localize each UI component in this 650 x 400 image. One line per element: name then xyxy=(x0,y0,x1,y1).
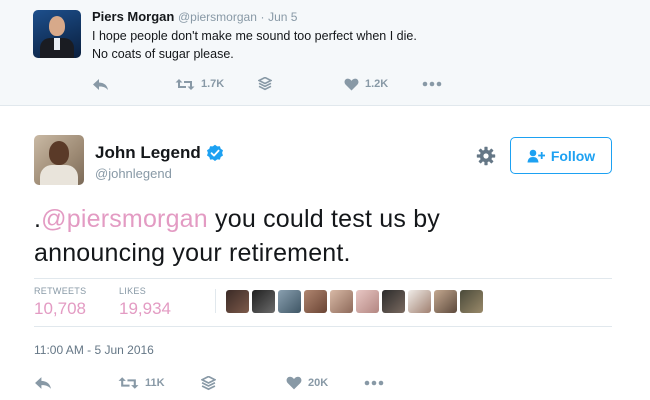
tweet-text-line: announcing your retirement. xyxy=(34,239,351,267)
likes-value: 19,934 xyxy=(119,299,171,318)
stack-button[interactable] xyxy=(201,374,216,392)
more-icon xyxy=(364,380,384,386)
tweet-text-line: .@piersmorgan you could test us by xyxy=(34,202,624,236)
mention-link[interactable]: @piersmorgan xyxy=(41,205,208,233)
parent-like-count: 1.2K xyxy=(365,78,389,90)
parent-retweet-button[interactable]: 1.7K xyxy=(175,75,224,93)
parent-text-line: I hope people don't make me sound too pe… xyxy=(92,29,417,43)
stats-divider-bottom xyxy=(34,326,612,327)
parent-stack-button[interactable] xyxy=(258,75,272,93)
likes-stat[interactable]: LIKES 19,934 xyxy=(119,286,171,319)
liker-avatar[interactable] xyxy=(382,289,405,313)
parent-avatar[interactable] xyxy=(33,10,81,58)
likes-label: LIKES xyxy=(119,286,147,296)
parent-tweet-text: I hope people don't make me sound too pe… xyxy=(92,27,632,63)
like-button[interactable]: 20K xyxy=(286,374,328,392)
parent-reply-button[interactable] xyxy=(92,75,109,93)
heart-icon xyxy=(344,78,359,90)
retweet-button[interactable]: 11K xyxy=(118,374,165,392)
add-user-icon xyxy=(527,149,545,162)
retweets-value: 10,708 xyxy=(34,299,86,318)
main-action-bar: 11K 20K xyxy=(34,374,612,392)
parent-like-button[interactable]: 1.2K xyxy=(344,75,388,93)
liker-avatar[interactable] xyxy=(460,289,483,313)
parent-retweet-count: 1.7K xyxy=(201,78,225,90)
parent-author-handle[interactable]: @piersmorgan xyxy=(178,10,257,24)
more-icon xyxy=(422,81,442,87)
tweet-timestamp[interactable]: 11:00 AM - 5 Jun 2016 xyxy=(34,343,154,357)
retweet-icon xyxy=(118,377,139,389)
retweets-stat[interactable]: RETWEETS 10,708 xyxy=(34,286,86,319)
main-tweet-text: .@piersmorgan you could test us by annou… xyxy=(34,202,624,270)
gear-icon[interactable] xyxy=(476,146,496,166)
tweet-stats: RETWEETS 10,708 LIKES 19,934 xyxy=(34,278,612,326)
parent-tweet[interactable]: Piers Morgan @piersmorgan · Jun 5 I hope… xyxy=(0,0,650,106)
stack-icon xyxy=(258,77,272,91)
liker-avatar[interactable] xyxy=(252,289,275,313)
liker-avatar[interactable] xyxy=(226,289,249,313)
parent-header: Piers Morgan @piersmorgan · Jun 5 xyxy=(92,9,297,24)
follow-button[interactable]: Follow xyxy=(510,137,612,174)
retweet-icon xyxy=(175,78,195,90)
main-author-name[interactable]: John Legend xyxy=(95,143,201,163)
liker-avatar[interactable] xyxy=(408,289,431,313)
main-avatar[interactable] xyxy=(34,135,84,185)
parent-author-name[interactable]: Piers Morgan xyxy=(92,9,174,24)
tweet-text-segment: you could test us by xyxy=(207,205,440,233)
heart-icon xyxy=(286,376,302,390)
parent-more-button[interactable] xyxy=(422,75,442,93)
liker-avatar[interactable] xyxy=(434,289,457,313)
separator-dot: · xyxy=(260,10,265,24)
like-count: 20K xyxy=(308,377,329,389)
main-author[interactable]: John Legend xyxy=(95,143,224,163)
liker-avatar[interactable] xyxy=(278,289,301,313)
reply-icon xyxy=(93,78,108,90)
stack-icon xyxy=(201,375,216,390)
verified-badge-icon xyxy=(206,144,223,161)
reply-icon xyxy=(35,377,51,389)
parent-action-bar: 1.7K 1.2K xyxy=(92,75,632,93)
parent-text-line: No coats of sugar please. xyxy=(92,47,234,61)
more-button[interactable] xyxy=(364,374,384,392)
liker-avatars xyxy=(215,289,483,313)
liker-avatar[interactable] xyxy=(304,289,327,313)
retweet-count: 11K xyxy=(145,377,165,389)
retweets-label: RETWEETS xyxy=(34,286,87,296)
follow-button-label: Follow xyxy=(550,147,596,164)
parent-date[interactable]: Jun 5 xyxy=(268,10,297,24)
reply-button[interactable] xyxy=(34,374,52,392)
main-author-handle[interactable]: @johnlegend xyxy=(95,166,172,181)
liker-avatar[interactable] xyxy=(356,289,379,313)
liker-avatar[interactable] xyxy=(330,289,353,313)
